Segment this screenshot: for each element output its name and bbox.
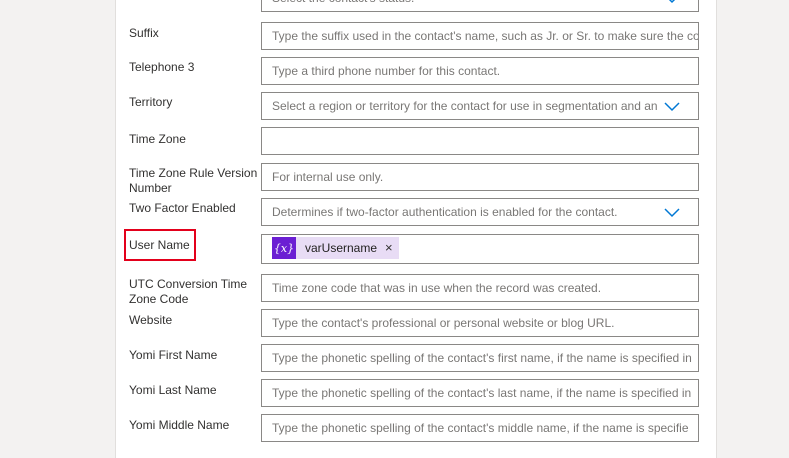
suffix-placeholder: Type the suffix used in the contact's na… [272, 29, 699, 43]
website-placeholder: Type the contact's professional or perso… [272, 316, 615, 330]
chevron-down-icon [664, 102, 680, 112]
telephone-3-placeholder: Type a third phone number for this conta… [272, 64, 501, 78]
two-factor-dropdown[interactable]: Determines if two-factor authentication … [261, 198, 699, 226]
field-label: UTC Conversion Time Zone Code [129, 277, 248, 306]
field-label: Yomi Last Name [129, 383, 217, 397]
suffix-input[interactable]: Type the suffix used in the contact's na… [261, 22, 699, 50]
field-label: User Name [129, 238, 190, 252]
variable-icon: {x} [272, 237, 296, 259]
utc-conversion-placeholder: Time zone code that was in use when the … [272, 281, 602, 295]
token-label: varUsername [305, 241, 378, 255]
time-zone-rule-version-input[interactable]: For internal use only. [261, 163, 699, 191]
field-label: Territory [129, 95, 173, 109]
field-label: Yomi First Name [129, 348, 218, 362]
yomi-middle-name-input[interactable]: Type the phonetic spelling of the contac… [261, 414, 699, 442]
variable-token[interactable]: {x} varUsername × [272, 237, 399, 259]
field-label: Two Factor Enabled [129, 201, 236, 215]
status-dropdown[interactable]: Select the contact's status. [261, 0, 699, 12]
yomi-first-name-input[interactable]: Type the phonetic spelling of the contac… [261, 344, 699, 372]
remove-token-icon[interactable]: × [385, 237, 393, 259]
form-panel: Select the contact's status. Suffix Type… [115, 0, 717, 458]
field-label: Time Zone [129, 132, 186, 146]
chevron-down-icon [664, 208, 680, 218]
territory-dropdown[interactable]: Select a region or territory for the con… [261, 92, 699, 120]
time-zone-input[interactable] [261, 127, 699, 155]
yomi-first-name-placeholder: Type the phonetic spelling of the contac… [272, 351, 692, 365]
field-label: Suffix [129, 26, 159, 40]
territory-placeholder: Select a region or territory for the con… [272, 99, 658, 113]
chevron-down-icon [668, 0, 676, 4]
field-label: Website [129, 313, 173, 327]
telephone-3-input[interactable]: Type a third phone number for this conta… [261, 57, 699, 85]
yomi-last-name-placeholder: Type the phonetic spelling of the contac… [272, 386, 692, 400]
yomi-middle-name-placeholder: Type the phonetic spelling of the contac… [272, 421, 689, 435]
field-label: Telephone 3 [129, 60, 195, 74]
field-label: Time Zone Rule Version Number [129, 166, 258, 195]
website-input[interactable]: Type the contact's professional or perso… [261, 309, 699, 337]
field-label: Yomi Middle Name [129, 418, 230, 432]
time-zone-rule-version-placeholder: For internal use only. [272, 170, 384, 184]
utc-conversion-input[interactable]: Time zone code that was in use when the … [261, 274, 699, 302]
user-name-input[interactable]: {x} varUsername × [261, 234, 699, 264]
two-factor-placeholder: Determines if two-factor authentication … [272, 205, 618, 219]
status-placeholder: Select the contact's status. [272, 0, 658, 11]
yomi-last-name-input[interactable]: Type the phonetic spelling of the contac… [261, 379, 699, 407]
